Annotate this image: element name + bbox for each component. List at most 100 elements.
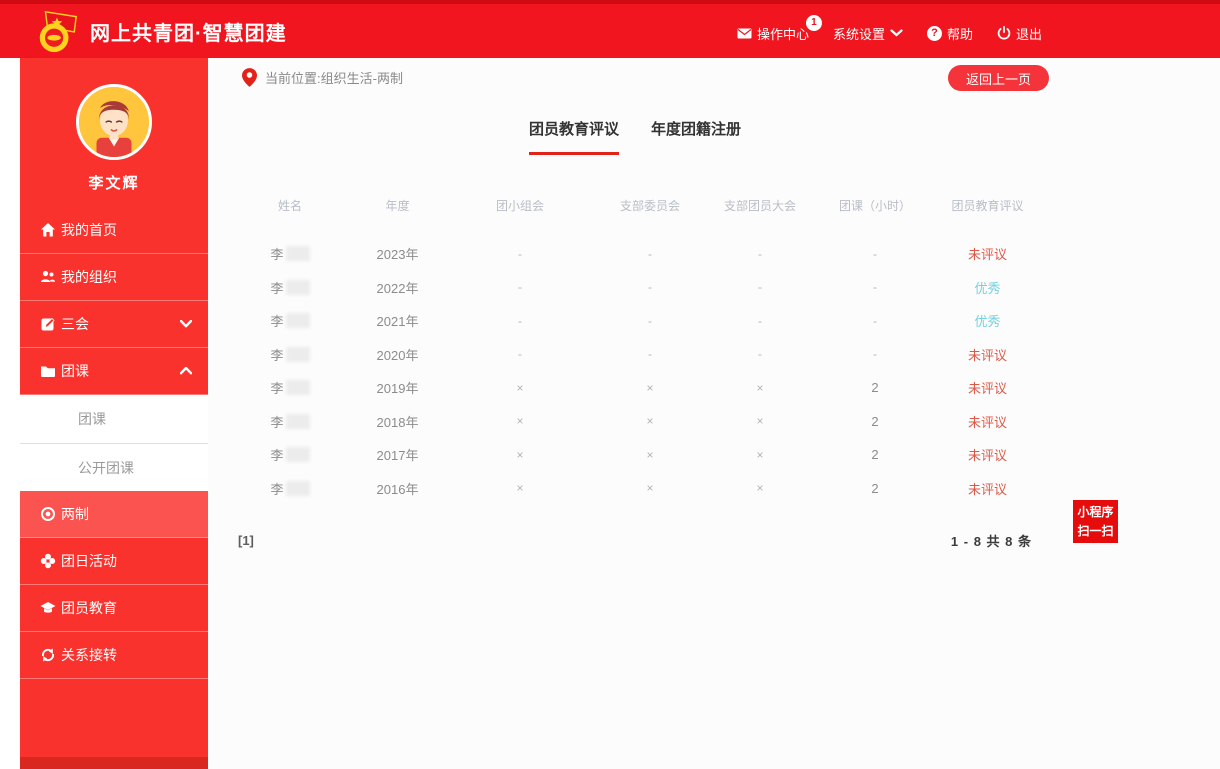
status-badge: 未评议: [967, 448, 1007, 464]
location-pin-icon: [242, 67, 257, 87]
course-hours-cell: -: [873, 280, 877, 295]
name-cell: 李: [230, 445, 350, 464]
target-icon: [41, 507, 55, 521]
logout-menu-item[interactable]: 退出: [997, 24, 1042, 43]
tab-annual-registration[interactable]: 年度团籍注册: [651, 118, 741, 155]
name-text: 李: [270, 347, 284, 363]
column-header-branch-assembly: 支部团员大会: [723, 198, 796, 213]
column-header-group-meeting: 团小组会: [495, 198, 544, 213]
sidebar-item-label: 我的组织: [61, 269, 117, 285]
group-meeting-cell: ×: [516, 414, 524, 429]
group-meeting-cell: ×: [516, 481, 524, 496]
question-icon: ?: [926, 25, 942, 41]
course-hours-cell: 2: [871, 447, 879, 463]
year-cell: 2022年: [376, 280, 419, 296]
sidebar-item-label: 团课: [61, 363, 89, 379]
table-row: 李 2019年 × × × 2 未评议: [230, 371, 1040, 405]
education-icon: [40, 602, 56, 613]
group-meeting-cell: -: [518, 347, 522, 362]
column-header-name: 姓名: [277, 198, 302, 213]
sidebar-item-my-home[interactable]: 我的首页: [20, 207, 208, 254]
pagination-row: [1] 1 - 8 共 8 条: [230, 531, 1040, 550]
submenu-item-league-course[interactable]: 团课: [20, 395, 208, 443]
sidebar-item-two-systems[interactable]: 两制: [20, 491, 208, 538]
power-icon: [997, 26, 1011, 40]
course-hours-cell: -: [873, 313, 877, 328]
committee-cell: ×: [646, 481, 654, 496]
main-content: 当前位置:组织生活-两制 返回上一页 团员教育评议 年度团籍注册 姓名 年度 团…: [208, 58, 1220, 769]
name-cell: 李: [230, 278, 350, 297]
column-header-education-review: 团员教育评议: [951, 198, 1024, 213]
edit-icon: [41, 317, 55, 331]
mini-program-scan-badge[interactable]: 小程序 扫一扫: [1073, 500, 1118, 544]
name-cell: 李: [230, 345, 350, 364]
branch-meeting-cell: ×: [756, 414, 764, 429]
course-hours-cell: 2: [871, 380, 879, 396]
action-center-menu-item[interactable]: 操作中心 1: [737, 14, 822, 43]
avatar: [76, 84, 152, 160]
sidebar-footer-strip: [20, 757, 208, 769]
censored-name-patch: [285, 279, 310, 295]
league-course-submenu: 团课 公开团课: [20, 395, 208, 491]
sidebar-item-league-day-activity[interactable]: 团日活动: [20, 538, 208, 585]
sidebar-item-league-course[interactable]: 团课: [20, 348, 208, 395]
sidebar-item-relationship-transfer[interactable]: 关系接转: [20, 632, 208, 679]
home-icon: [41, 223, 55, 237]
committee-cell: ×: [646, 447, 654, 462]
help-label: 帮助: [946, 26, 973, 42]
column-header-branch-committee: 支部委员会: [619, 198, 680, 213]
status-badge: 未评议: [967, 347, 1007, 363]
name-text: 李: [270, 414, 284, 430]
name-text: 李: [270, 381, 284, 397]
committee-cell: -: [648, 246, 652, 261]
year-cell: 2021年: [376, 314, 419, 330]
sidebar-item-label: 三会: [61, 316, 89, 332]
sidebar-item-my-organization[interactable]: 我的组织: [20, 254, 208, 301]
sidebar-item-label: 团日活动: [61, 553, 117, 569]
year-cell: 2023年: [376, 247, 419, 263]
notification-badge: 1: [805, 14, 822, 31]
branch-meeting-cell: -: [758, 246, 762, 261]
tab-bar: 团员教育评议 年度团籍注册: [230, 118, 1040, 155]
top-navigation: 操作中心 1 系统设置 ? 帮助 退出: [737, 4, 1042, 62]
name-cell: 李: [230, 412, 350, 431]
pagination-summary: 1 - 8 共 8 条: [950, 534, 1032, 549]
year-cell: 2018年: [376, 414, 419, 430]
name-text: 李: [270, 280, 284, 296]
sidebar-item-label: 我的首页: [61, 222, 117, 238]
censored-name-patch: [285, 346, 310, 362]
sidebar-item-three-meetings[interactable]: 三会: [20, 301, 208, 348]
status-badge: 未评议: [967, 381, 1007, 397]
submenu-item-public-league-course[interactable]: 公开团课: [20, 443, 208, 491]
committee-cell: ×: [646, 414, 654, 429]
sidebar-item-label: 两制: [61, 506, 89, 522]
group-meeting-cell: ×: [516, 447, 524, 462]
help-menu-item[interactable]: ? 帮助: [926, 24, 973, 43]
branch-meeting-cell: -: [758, 313, 762, 328]
name-text: 李: [270, 481, 284, 497]
sidebar-item-member-education[interactable]: 团员教育: [20, 585, 208, 632]
year-cell: 2016年: [376, 481, 419, 497]
back-button[interactable]: 返回上一页: [947, 65, 1049, 91]
mail-icon: [737, 28, 752, 38]
name-cell: 李: [230, 479, 350, 498]
tab-member-education-review[interactable]: 团员教育评议: [528, 118, 619, 155]
censored-name-patch: [285, 246, 310, 262]
folder-icon: [41, 366, 55, 377]
name-text: 李: [270, 448, 284, 464]
column-header-course-hours: 团课（小时）: [838, 198, 911, 213]
branch-meeting-cell: -: [758, 280, 762, 295]
year-cell: 2020年: [376, 347, 419, 363]
committee-cell: ×: [646, 380, 654, 395]
status-badge: 未评议: [967, 247, 1007, 263]
mini-program-badge-line1: 小程序: [1077, 505, 1114, 519]
system-settings-menu-item[interactable]: 系统设置: [833, 24, 903, 43]
page-number[interactable]: [1]: [238, 533, 254, 548]
action-center-label: 操作中心: [756, 26, 809, 42]
activity-icon: [40, 553, 56, 569]
chevron-down-icon: [890, 29, 903, 37]
table-row: 李 2022年 - - - - 优秀: [230, 271, 1040, 305]
censored-name-patch: [285, 313, 310, 329]
name-text: 李: [270, 314, 284, 330]
committee-cell: -: [648, 347, 652, 362]
